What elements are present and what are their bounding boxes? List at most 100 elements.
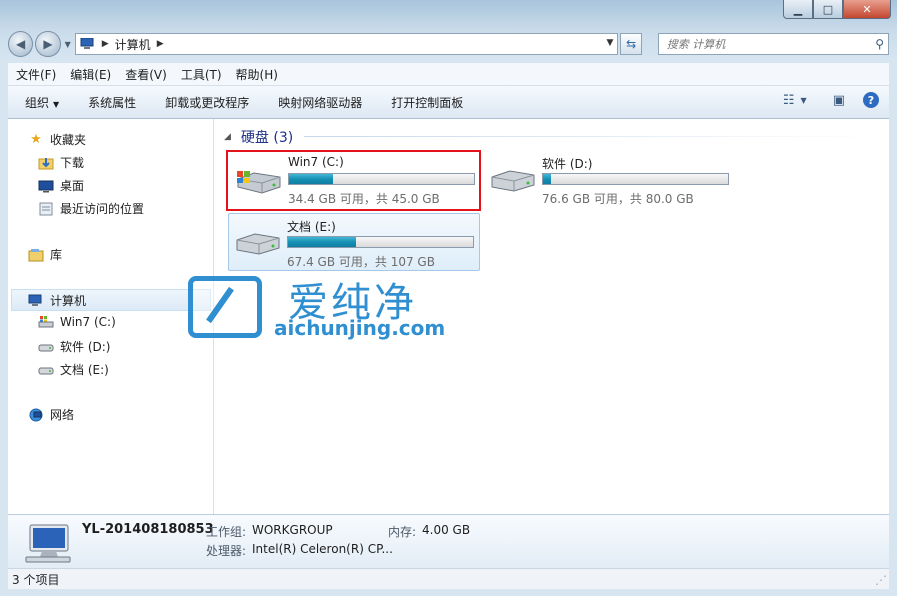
system-properties-button[interactable]: 系统属性 (88, 94, 136, 111)
status-bar: 3 个项目 ⋰ (8, 568, 889, 589)
watermark-logo-icon (188, 276, 262, 338)
sidebar-item-label: 软件 (D:) (60, 340, 111, 354)
back-button[interactable]: ◀ (8, 31, 34, 57)
sidebar-item-network[interactable]: 网络 (28, 406, 74, 423)
search-icon[interactable]: ⚲ (875, 37, 884, 51)
sidebar-item-label: 网络 (50, 408, 75, 422)
recent-places-icon (38, 202, 54, 216)
sidebar-item-drive-e[interactable]: 文档 (E:) (38, 361, 109, 378)
open-control-panel-button[interactable]: 打开控制面板 (391, 94, 463, 111)
drive-usage-fill (288, 237, 357, 247)
sidebar-item-label: 下载 (60, 156, 85, 170)
drive-free-space: 76.6 GB 可用，共 80.0 GB (542, 192, 694, 206)
highlight-box (226, 150, 481, 211)
window-caption-buttons: ▁ □ ✕ (783, 0, 891, 19)
library-icon (28, 248, 44, 262)
computer-name: YL-201408180853 (82, 522, 214, 537)
sidebar-item-favorites[interactable]: ★ 收藏夹 (28, 131, 86, 148)
watermark-url: aichunjing.com (274, 316, 446, 340)
sidebar-item-downloads[interactable]: 下载 (38, 154, 84, 171)
search-box[interactable]: ⚲ (657, 33, 889, 55)
sidebar-item-computer[interactable]: 计算机 (28, 292, 86, 309)
sidebar-item-label: 桌面 (60, 179, 85, 193)
refresh-button[interactable]: ⇆ (620, 33, 642, 55)
view-options-icon[interactable]: ☷ (783, 93, 795, 108)
map-network-drive-button[interactable]: 映射网络驱动器 (278, 94, 362, 111)
breadcrumb-chevron-icon[interactable]: ▶ (157, 39, 164, 49)
memory-value: 4.00 GB (422, 523, 471, 537)
recent-pages-dropdown[interactable]: ▼ (65, 40, 71, 49)
drive-usage-bar (542, 173, 729, 185)
cpu-value: Intel(R) Celeron(R) CP... (252, 542, 393, 556)
drive-usage-bar (287, 236, 474, 248)
drive-tile-d[interactable]: 软件 (D:) 76.6 GB 可用，共 80.0 GB (484, 151, 736, 207)
sidebar-item-desktop[interactable]: 桌面 (38, 177, 84, 194)
menu-tools[interactable]: 工具(T) (181, 66, 222, 83)
menu-view[interactable]: 查看(V) (125, 66, 167, 83)
sidebar-item-recent[interactable]: 最近访问的位置 (38, 200, 144, 217)
refresh-icon: ⇆ (626, 37, 637, 51)
drive-tile-e[interactable]: 文档 (E:) 67.4 GB 可用，共 107 GB (228, 213, 480, 271)
breadcrumb-computer[interactable]: 计算机 (115, 36, 151, 53)
group-header-label: 硬盘 (3) (240, 130, 294, 146)
desktop-icon (38, 179, 54, 193)
sidebar-item-label: 库 (50, 248, 63, 262)
group-divider (304, 136, 880, 137)
hard-drive-icon (38, 363, 54, 377)
group-header-hard-disks[interactable]: ◢ 硬盘 (3) (224, 127, 293, 147)
organize-label: 组织 (25, 95, 50, 110)
sidebar-item-drive-c[interactable]: Win7 (C:) (38, 315, 116, 329)
breadcrumb-separator-icon[interactable]: ▶ (102, 39, 109, 49)
organize-button[interactable]: 组织 ▼ (25, 94, 59, 111)
workgroup-value: WORKGROUP (252, 523, 333, 537)
drive-free-space: 67.4 GB 可用，共 107 GB (287, 255, 435, 269)
maximize-button[interactable]: □ (813, 0, 843, 19)
minimize-button[interactable]: ▁ (783, 0, 813, 19)
drive-name: 软件 (D:) (542, 157, 593, 171)
menu-bar: 文件(F) 编辑(E) 查看(V) 工具(T) 帮助(H) (8, 63, 889, 86)
preview-pane-icon[interactable]: ▣ (833, 93, 845, 108)
navigation-pane: ★ 收藏夹 下载 桌面 最近访问的位置 库 计算机 Win7 (C:) 软件 (… (8, 119, 214, 514)
network-icon (28, 408, 44, 422)
sidebar-item-label: 计算机 (50, 294, 87, 308)
windows-drive-icon (38, 315, 54, 329)
menu-file[interactable]: 文件(F) (16, 66, 56, 83)
hard-drive-icon (491, 170, 535, 192)
hard-drive-icon (38, 340, 54, 354)
address-dropdown-icon[interactable]: ▼ (606, 38, 613, 48)
explorer-window: ▁ □ ✕ ◀ ▶ ▼ ▶ 计算机 ▶ ▼ ⇆ ⚲ 文件(F) 编辑(E) 查看… (0, 0, 897, 596)
address-bar[interactable]: ▶ 计算机 ▶ ▼ (74, 33, 619, 55)
resize-grip-icon[interactable]: ⋰ (875, 573, 887, 587)
memory-label: 内存: (388, 525, 417, 539)
drive-usage-fill (543, 174, 551, 184)
close-button[interactable]: ✕ (843, 0, 891, 19)
view-dropdown-icon[interactable]: ▼ (801, 96, 807, 105)
organize-dropdown-icon: ▼ (53, 99, 60, 109)
downloads-folder-icon (38, 156, 54, 170)
search-input[interactable] (664, 36, 869, 52)
computer-icon (80, 38, 94, 49)
sidebar-item-label: 文档 (E:) (60, 363, 109, 377)
back-arrow-icon: ◀ (16, 37, 26, 51)
menu-edit[interactable]: 编辑(E) (70, 66, 111, 83)
command-bar: 组织 ▼ 系统属性 卸载或更改程序 映射网络驱动器 打开控制面板 ☷ ▼ ▣ ? (8, 86, 889, 119)
item-count: 3 个项目 (12, 572, 60, 587)
menu-help[interactable]: 帮助(H) (236, 66, 278, 83)
cpu-label: 处理器: (206, 544, 247, 558)
navigation-bar: ◀ ▶ ▼ ▶ 计算机 ▶ ▼ ⇆ ⚲ (8, 30, 889, 58)
command-bar-right: ☷ ▼ ▣ ? (769, 92, 879, 108)
forward-button[interactable]: ▶ (35, 31, 61, 57)
watermark: 爱纯净 aichunjing.com (188, 276, 448, 346)
sidebar-item-label: 最近访问的位置 (60, 202, 145, 216)
sidebar-item-drive-d[interactable]: 软件 (D:) (38, 338, 110, 355)
hard-drive-icon (236, 233, 280, 255)
collapse-triangle-icon[interactable]: ◢ (224, 132, 231, 142)
computer-icon (25, 524, 71, 563)
star-icon: ★ (30, 132, 42, 147)
workgroup-label: 工作组: (206, 525, 247, 539)
sidebar-item-libraries[interactable]: 库 (28, 246, 62, 263)
help-icon[interactable]: ? (863, 92, 879, 108)
drive-name: 文档 (E:) (287, 220, 336, 234)
computer-icon (28, 294, 44, 308)
uninstall-program-button[interactable]: 卸载或更改程序 (165, 94, 249, 111)
